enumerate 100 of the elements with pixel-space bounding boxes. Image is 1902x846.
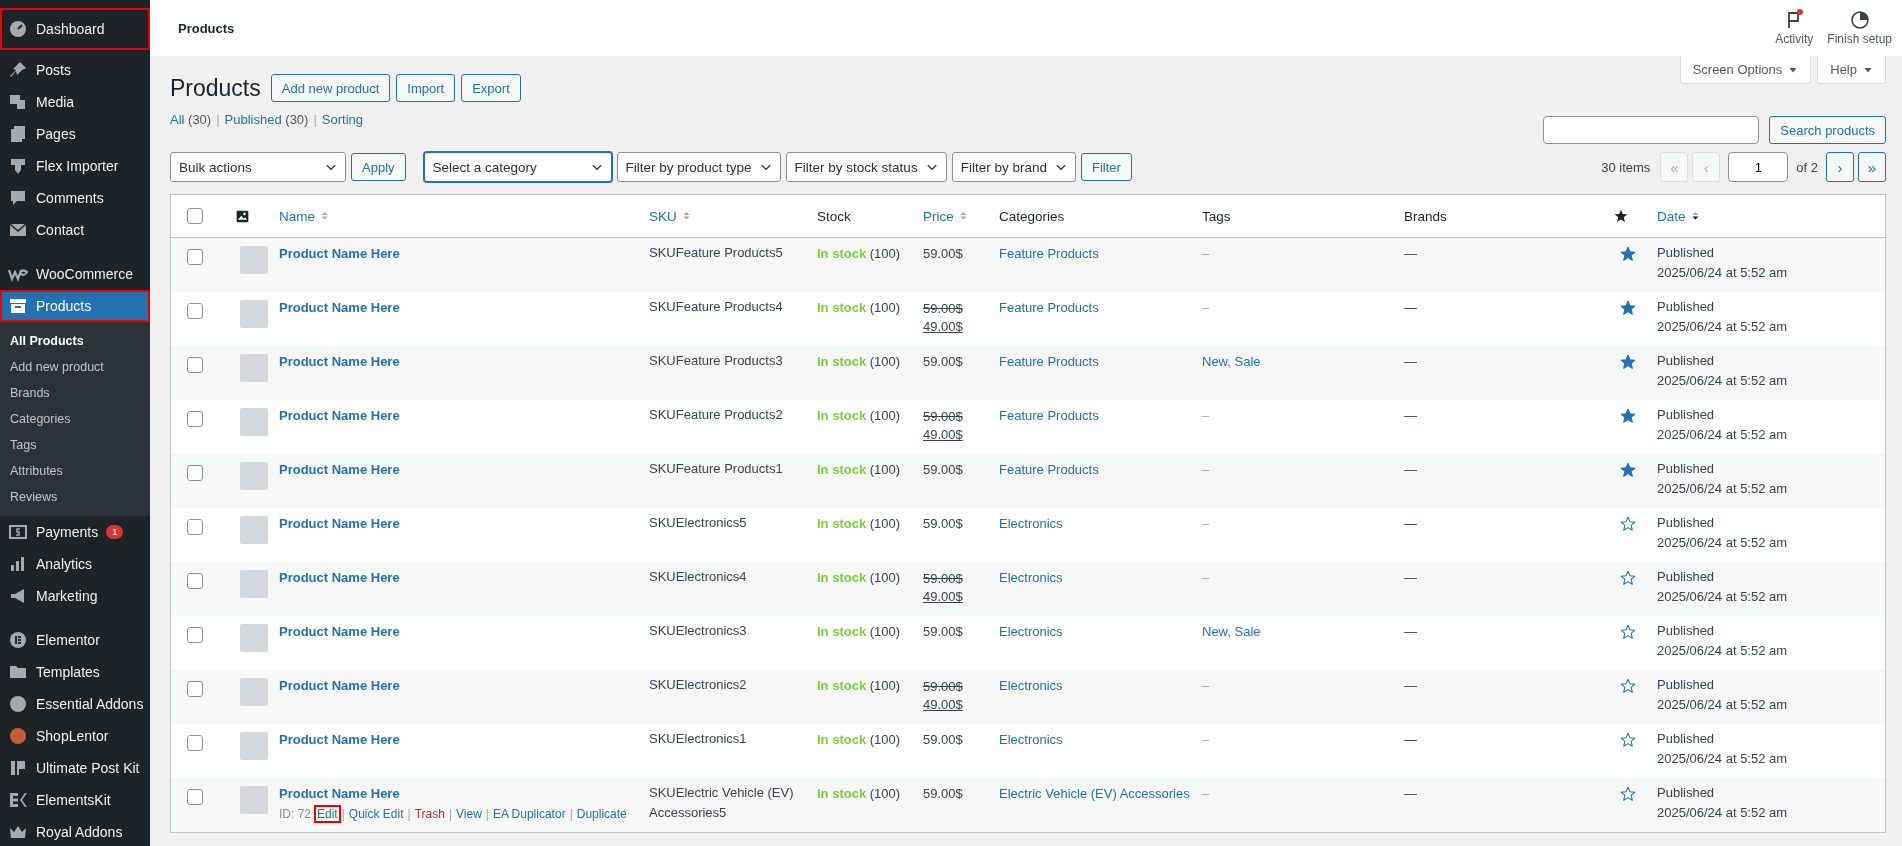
product-name-link[interactable]: Product Name Here (279, 462, 400, 477)
sidebar-item[interactable]: Essential Addons (0, 688, 150, 720)
page-button[interactable]: › (1826, 152, 1854, 182)
submenu-item[interactable]: Brands (0, 380, 150, 406)
checkbox[interactable] (187, 789, 203, 805)
product-name-link[interactable]: Product Name Here (279, 354, 400, 369)
sidebar-item[interactable]: WooCommerce (0, 258, 150, 290)
product-name-link[interactable]: Product Name Here (279, 732, 400, 747)
sidebar-item[interactable]: Elementor (0, 624, 150, 656)
category-link[interactable]: Electronics (999, 570, 1063, 585)
checkbox[interactable] (187, 249, 203, 265)
submenu-item[interactable]: Reviews (0, 484, 150, 510)
category-link[interactable]: Feature Products (999, 408, 1099, 423)
row-action-link[interactable]: Edit (314, 805, 341, 823)
checkbox[interactable] (187, 519, 203, 535)
filter-button[interactable]: Filter (1080, 153, 1132, 181)
page-button[interactable]: » (1858, 152, 1886, 182)
tag-links[interactable]: New, Sale (1202, 624, 1261, 639)
header-button[interactable]: Export (461, 74, 521, 102)
product-name-link[interactable]: Product Name Here (279, 624, 400, 639)
outline-star-icon[interactable] (1620, 732, 1636, 748)
category-link[interactable]: Electronics (999, 678, 1063, 693)
dropdown[interactable]: Select a category (423, 152, 612, 182)
dropdown-tab[interactable]: Help (1817, 56, 1886, 84)
sidebar-item[interactable]: Templates (0, 656, 150, 688)
outline-star-icon[interactable] (1620, 516, 1636, 532)
submenu-item[interactable]: Add new product (0, 354, 150, 380)
checkbox[interactable] (187, 303, 203, 319)
sidebar-item[interactable]: Royal Addons (0, 816, 150, 846)
outline-star-icon[interactable] (1620, 678, 1636, 694)
submenu-item[interactable]: Tags (0, 432, 150, 458)
row-action-link[interactable]: Trash (411, 805, 448, 823)
sidebar-item[interactable]: Pages (0, 118, 150, 150)
category-link[interactable]: Feature Products (999, 354, 1099, 369)
category-link[interactable]: Electric Vehicle (EV) Accessories (999, 786, 1190, 801)
checkbox[interactable] (187, 411, 203, 427)
dropdown[interactable]: Filter by stock status (785, 152, 947, 182)
sidebar-item[interactable]: Contact (0, 214, 150, 246)
product-name-link[interactable]: Product Name Here (279, 300, 400, 315)
category-link[interactable]: Feature Products (999, 246, 1099, 261)
column-header[interactable]: Name (279, 208, 329, 224)
outline-star-icon[interactable] (1620, 786, 1636, 802)
sidebar-item[interactable]: Products (0, 290, 150, 322)
checkbox[interactable] (187, 357, 203, 373)
product-name-link[interactable]: Product Name Here (279, 516, 400, 531)
category-link[interactable]: Electronics (999, 732, 1063, 747)
filter-link[interactable]: Published (30) (224, 112, 309, 127)
row-action-link[interactable]: View (453, 805, 485, 823)
filled-star-icon[interactable] (1620, 300, 1636, 316)
checkbox[interactable] (187, 573, 203, 589)
search-button[interactable]: Search products (1769, 116, 1886, 144)
apply-button[interactable]: Apply (351, 153, 406, 181)
filled-star-icon[interactable] (1620, 408, 1636, 424)
column-header[interactable]: SKU (649, 208, 691, 224)
submenu-item[interactable]: Categories (0, 406, 150, 432)
column-header[interactable]: Price (923, 208, 968, 224)
dropdown[interactable]: Filter by brand (951, 152, 1076, 182)
filter-link[interactable]: Sorting (321, 112, 363, 127)
product-name-link[interactable]: Product Name Here (279, 246, 400, 261)
product-name-link[interactable]: Product Name Here (279, 570, 400, 585)
checkbox[interactable] (187, 208, 203, 224)
filter-link[interactable]: All (30) (170, 112, 212, 127)
submenu-item[interactable]: Attributes (0, 458, 150, 484)
row-action-link[interactable]: Quick Edit (345, 805, 407, 823)
dropdown[interactable]: Bulk actions (170, 152, 346, 182)
sidebar-item[interactable]: Payments 1 (0, 516, 150, 548)
sidebar-item[interactable]: Media (0, 86, 150, 118)
category-link[interactable]: Feature Products (999, 300, 1099, 315)
sidebar-item[interactable]: Flex Importer (0, 150, 150, 182)
page-number-field[interactable]: 1 (1728, 152, 1789, 182)
header-button[interactable]: Import (396, 74, 456, 102)
toolbar-button[interactable]: Activity (1773, 10, 1816, 46)
submenu-item[interactable]: All Products (0, 328, 150, 354)
product-name-link[interactable]: Product Name Here (279, 408, 400, 423)
filled-star-icon[interactable] (1620, 462, 1636, 478)
sidebar-item[interactable]: Dashboard (0, 8, 150, 50)
column-header[interactable]: Date (1657, 208, 1700, 224)
product-name-link[interactable]: Product Name Here (279, 678, 400, 693)
row-action-link[interactable]: Duplicate (573, 805, 630, 823)
checkbox[interactable] (187, 465, 203, 481)
row-action-link[interactable]: EA Duplicator (489, 805, 569, 823)
category-link[interactable]: Electronics (999, 516, 1063, 531)
sidebar-item[interactable]: ShopLentor (0, 720, 150, 752)
outline-star-icon[interactable] (1620, 570, 1636, 586)
sidebar-item[interactable]: Comments (0, 182, 150, 214)
tag-links[interactable]: New, Sale (1202, 354, 1261, 369)
sidebar-item[interactable]: Analytics (0, 548, 150, 580)
product-name-link[interactable]: Product Name Here (279, 786, 400, 801)
sidebar-item[interactable]: Marketing (0, 580, 150, 612)
sidebar-item[interactable]: Posts (0, 54, 150, 86)
header-button[interactable]: Add new product (270, 74, 391, 102)
checkbox[interactable] (187, 681, 203, 697)
filled-star-icon[interactable] (1620, 246, 1636, 262)
category-link[interactable]: Feature Products (999, 462, 1099, 477)
checkbox[interactable] (187, 627, 203, 643)
toolbar-button[interactable]: Finish setup (1825, 10, 1894, 46)
outline-star-icon[interactable] (1620, 624, 1636, 640)
dropdown[interactable]: Filter by product type (616, 152, 781, 182)
dropdown-tab[interactable]: Screen Options (1679, 56, 1812, 84)
sidebar-item[interactable]: ElementsKit (0, 784, 150, 816)
